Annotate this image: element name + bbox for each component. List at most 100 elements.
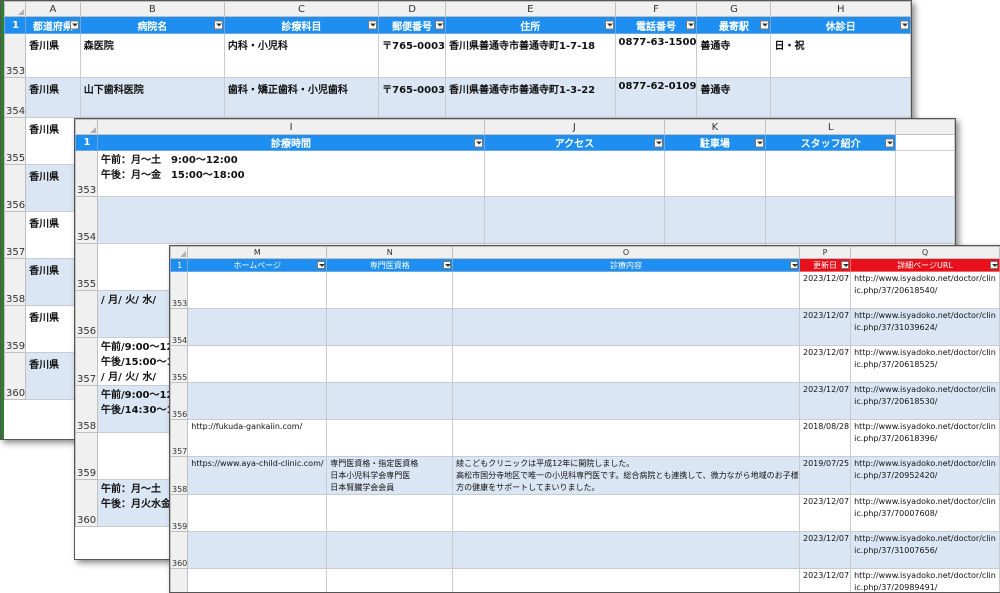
filter-dropdown-icon[interactable]: [443, 261, 452, 269]
header-cell[interactable]: 詳細ページURL: [850, 258, 1000, 272]
table-cell[interactable]: [326, 345, 454, 383]
table-cell[interactable]: 2023/12/07: [798, 494, 852, 532]
column-letter-blank[interactable]: [895, 119, 955, 135]
row-number[interactable]: 358: [170, 456, 189, 495]
table-cell[interactable]: [187, 568, 328, 592]
header-cell[interactable]: ホームページ: [187, 258, 328, 272]
table-cell[interactable]: https://www.aya-child-clinic.com/: [187, 456, 328, 495]
row-number[interactable]: 360: [170, 531, 189, 569]
column-letter[interactable]: I: [96, 119, 486, 135]
filter-dropdown-icon[interactable]: [69, 20, 79, 30]
row-number[interactable]: 354: [75, 196, 98, 244]
table-cell[interactable]: [484, 196, 665, 244]
table-cell[interactable]: 午前：月～土 9:00～12:00 午後：月～金 15:00～18:00: [96, 150, 486, 197]
row-number[interactable]: 1: [75, 134, 98, 151]
table-cell[interactable]: 香川県善通寺市善通寺町1-7-18: [445, 33, 616, 78]
row-number[interactable]: 1: [3, 16, 27, 34]
row-number[interactable]: 353: [3, 33, 27, 78]
column-letter[interactable]: A: [25, 1, 81, 17]
table-cell[interactable]: [326, 271, 454, 309]
table-cell[interactable]: 0877-63-1500: [614, 33, 698, 78]
filter-dropdown-icon[interactable]: [754, 138, 764, 147]
row-number[interactable]: 360: [3, 352, 27, 400]
header-cell[interactable]: 専門医資格: [326, 258, 454, 272]
table-cell[interactable]: [326, 382, 454, 420]
table-cell[interactable]: 専門医資格・指定医資格 日本小児科学会専門医 日本腎臓学会会員: [326, 456, 454, 495]
filter-dropdown-icon[interactable]: [653, 138, 663, 147]
row-number[interactable]: [170, 568, 189, 592]
table-cell[interactable]: [452, 345, 800, 383]
table-cell[interactable]: [770, 77, 911, 118]
row-number[interactable]: 358: [3, 258, 27, 306]
table-cell[interactable]: [187, 494, 328, 532]
header-cell[interactable]: 駐車場: [663, 134, 766, 151]
table-cell[interactable]: [96, 196, 486, 244]
column-letter[interactable]: H: [770, 1, 911, 17]
header-cell[interactable]: 休診日: [770, 16, 911, 34]
table-cell[interactable]: 2018/08/28: [798, 419, 852, 457]
table-cell[interactable]: http://www.isyadoko.net/doctor/clin ic.ph…: [850, 568, 1000, 592]
column-letter[interactable]: M: [187, 246, 328, 259]
row-number[interactable]: 355: [170, 345, 189, 383]
row-number[interactable]: 359: [3, 305, 27, 353]
row-number[interactable]: 355: [75, 243, 98, 291]
row-number[interactable]: 355: [3, 117, 27, 165]
table-cell[interactable]: http://www.isyadoko.net/doctor/clin ic.ph…: [850, 345, 1000, 383]
table-cell[interactable]: [452, 531, 800, 569]
table-cell[interactable]: http://www.isyadoko.net/doctor/clin ic.ph…: [850, 419, 1000, 457]
table-cell[interactable]: 森医院: [79, 33, 225, 78]
table-cell[interactable]: [452, 382, 800, 420]
filter-dropdown-icon[interactable]: [900, 20, 909, 30]
table-cell[interactable]: [187, 531, 328, 569]
header-cell[interactable]: スタッフ紹介: [764, 134, 897, 151]
table-cell[interactable]: http://fukuda-gankaiin.com/: [187, 419, 328, 457]
row-number[interactable]: 356: [170, 382, 189, 420]
table-cell[interactable]: http://www.isyadoko.net/doctor/clin ic.ph…: [850, 308, 1000, 346]
filter-dropdown-icon[interactable]: [885, 138, 895, 147]
row-number[interactable]: 357: [3, 211, 27, 259]
row-number[interactable]: 1: [170, 258, 189, 272]
table-cell[interactable]: [895, 150, 955, 197]
table-cell[interactable]: 香川県: [25, 352, 81, 400]
filter-dropdown-icon[interactable]: [435, 20, 444, 30]
row-number[interactable]: 359: [75, 432, 98, 480]
filter-dropdown-icon[interactable]: [686, 20, 696, 30]
header-cell[interactable]: 診療時間: [96, 134, 486, 151]
table-cell[interactable]: 〒765-0003: [378, 77, 446, 118]
column-letter[interactable]: G: [696, 1, 772, 17]
row-number[interactable]: 354: [170, 308, 189, 346]
table-cell[interactable]: 山下歯科医院: [79, 77, 225, 118]
table-cell[interactable]: 0877-62-0109: [614, 77, 698, 118]
table-cell[interactable]: [187, 271, 328, 309]
row-number[interactable]: 357: [75, 337, 98, 386]
column-letter[interactable]: K: [663, 119, 766, 135]
table-cell[interactable]: 香川県: [25, 117, 81, 165]
column-letter[interactable]: L: [764, 119, 897, 135]
table-cell[interactable]: 善通寺: [696, 77, 772, 118]
filter-dropdown-icon[interactable]: [317, 261, 326, 269]
row-number[interactable]: 357: [170, 419, 189, 457]
table-cell[interactable]: 香川県: [25, 77, 81, 118]
select-all-corner[interactable]: [170, 246, 189, 259]
table-cell[interactable]: http://www.isyadoko.net/doctor/clin ic.ph…: [850, 531, 1000, 569]
table-cell[interactable]: 内科・小児科: [223, 33, 380, 78]
column-letter[interactable]: D: [378, 1, 446, 17]
table-cell[interactable]: 善通寺: [696, 33, 772, 78]
column-letter[interactable]: N: [326, 246, 454, 259]
table-cell[interactable]: 香川県: [25, 258, 81, 306]
table-cell[interactable]: http://www.isyadoko.net/doctor/clin ic.ph…: [850, 456, 1000, 495]
table-cell[interactable]: [187, 382, 328, 420]
header-cell[interactable]: 郵便番号: [378, 16, 446, 34]
table-cell[interactable]: [452, 308, 800, 346]
table-cell[interactable]: 香川県: [25, 305, 81, 353]
column-letter[interactable]: C: [223, 1, 380, 17]
column-letter[interactable]: Q: [850, 246, 1000, 259]
table-cell[interactable]: [452, 494, 800, 532]
table-cell[interactable]: 2023/12/07: [798, 382, 852, 420]
table-cell[interactable]: [326, 308, 454, 346]
column-letter[interactable]: O: [452, 246, 800, 259]
header-cell[interactable]: 診療内容: [452, 258, 800, 272]
column-letter[interactable]: J: [484, 119, 665, 135]
table-cell[interactable]: [187, 345, 328, 383]
table-cell[interactable]: [452, 271, 800, 309]
